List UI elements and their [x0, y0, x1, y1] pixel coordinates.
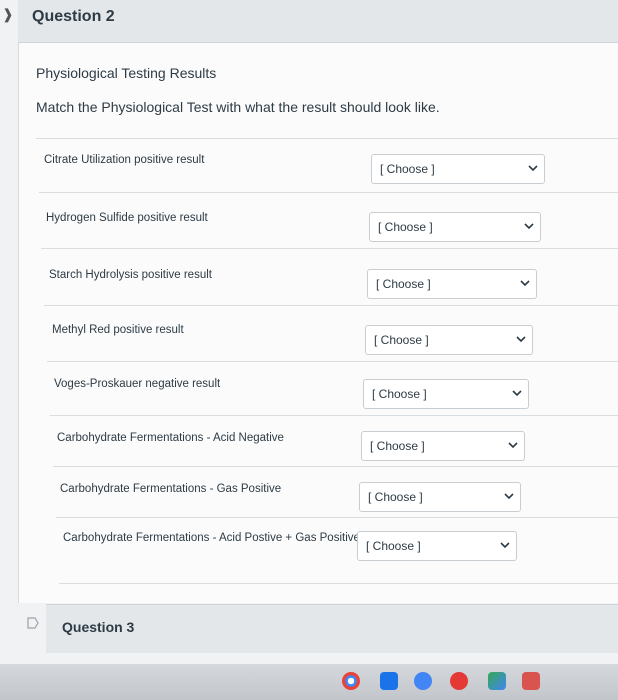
taskbar	[0, 664, 618, 700]
play-store-icon[interactable]	[488, 672, 506, 690]
question-2-header: ❱ Question 2	[2, 0, 618, 43]
dropdown-value: [ Choose ]	[368, 490, 423, 504]
instruction-text: Match the Physiological Test with what t…	[36, 99, 440, 115]
match-item-label: Citrate Utilization positive result	[44, 154, 205, 166]
chevron-down-icon	[520, 280, 530, 287]
match-item-label: Hydrogen Sulfide positive result	[46, 212, 208, 224]
section-title: Physiological Testing Results	[36, 65, 217, 81]
chevron-down-icon	[504, 493, 514, 500]
chevron-down-icon	[508, 442, 518, 449]
divider	[59, 583, 618, 584]
youtube-icon[interactable]	[450, 672, 468, 690]
match-dropdown[interactable]: [ Choose ]	[369, 212, 541, 242]
match-item-label: Carbohydrate Fermentations - Acid Negati…	[57, 432, 284, 444]
question-3-title: Question 3	[62, 619, 135, 635]
divider	[41, 248, 618, 249]
bookmark-flag-icon[interactable]	[26, 616, 40, 630]
match-item-label: Carbohydrate Fermentations - Gas Positiv…	[60, 483, 282, 495]
match-dropdown[interactable]: [ Choose ]	[365, 325, 533, 355]
chevron-down-icon	[512, 390, 522, 397]
dropdown-value: [ Choose ]	[370, 439, 425, 453]
divider	[44, 305, 618, 306]
match-item-label: Methyl Red positive result	[52, 324, 184, 336]
dropdown-value: [ Choose ]	[374, 333, 429, 347]
divider	[50, 415, 618, 416]
dropdown-value: [ Choose ]	[376, 277, 431, 291]
dropdown-value: [ Choose ]	[366, 539, 421, 553]
divider	[47, 361, 618, 362]
docs-icon[interactable]	[414, 672, 432, 690]
question-2-title: Question 2	[32, 8, 115, 25]
match-dropdown[interactable]: [ Choose ]	[359, 482, 521, 512]
match-dropdown[interactable]: [ Choose ]	[357, 531, 517, 561]
files-icon[interactable]	[380, 672, 398, 690]
dropdown-value: [ Choose ]	[380, 162, 435, 176]
question-3-header: Question 3	[46, 604, 618, 653]
divider	[39, 192, 618, 193]
dropdown-value: [ Choose ]	[372, 387, 427, 401]
chevron-down-icon	[516, 336, 526, 343]
match-item-label: Carbohydrate Fermentations - Acid Postiv…	[63, 532, 360, 544]
match-item-label: Voges-Proskauer negative result	[54, 378, 221, 390]
chevron-down-icon	[524, 223, 534, 230]
match-item-label: Starch Hydrolysis positive result	[49, 269, 212, 281]
photos-icon[interactable]	[522, 672, 540, 690]
divider	[56, 517, 618, 518]
match-dropdown[interactable]: [ Choose ]	[363, 379, 529, 409]
chevron-down-icon	[528, 165, 538, 172]
chevron-down-icon	[500, 542, 510, 549]
match-dropdown[interactable]: [ Choose ]	[367, 269, 537, 299]
divider	[36, 138, 618, 139]
bookmark-flag-icon[interactable]: ❱	[2, 6, 16, 22]
divider	[53, 466, 618, 467]
match-dropdown[interactable]: [ Choose ]	[361, 431, 525, 461]
question-2-body: Physiological Testing Results Match the …	[18, 43, 618, 603]
match-dropdown[interactable]: [ Choose ]	[371, 154, 545, 184]
dropdown-value: [ Choose ]	[378, 220, 433, 234]
chrome-icon[interactable]	[342, 672, 360, 690]
